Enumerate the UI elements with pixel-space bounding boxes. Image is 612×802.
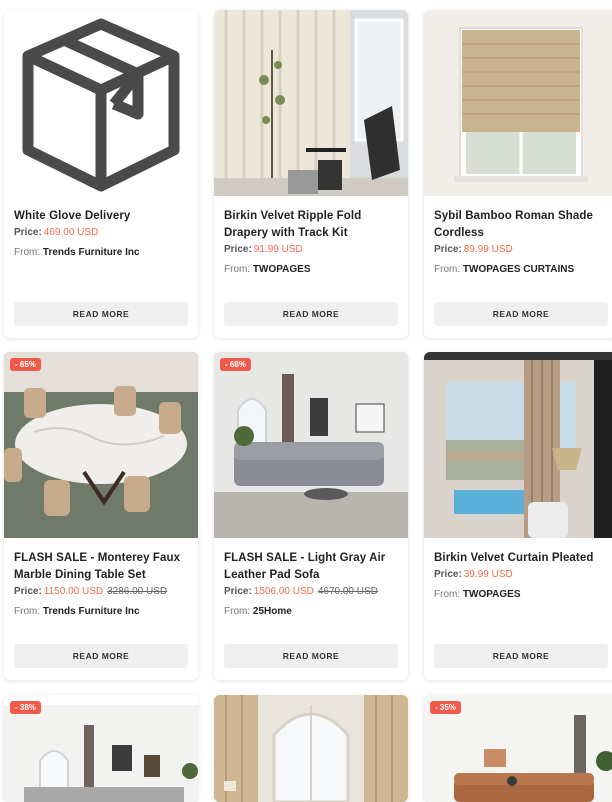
price-label: Price: <box>14 586 42 597</box>
vendor-name: Trends Furniture Inc <box>42 606 140 617</box>
product-title[interactable]: White Glove Delivery <box>14 208 188 225</box>
from-label: From: <box>14 247 41 258</box>
brown-sofa-photo[interactable]: - 35% <box>424 695 612 802</box>
product-card[interactable]: - 68% FLASH SALE - Light Gray Air Leathe… <box>214 352 408 680</box>
price-value: 89.99 USD <box>463 244 513 255</box>
product-card[interactable]: - 65% FLASH SALE - Monterey Faux Marble … <box>4 352 198 680</box>
discount-badge: - 65% <box>10 358 41 371</box>
price-row: Price: 91.99 USD <box>224 242 398 258</box>
vendor-row: From: TWOPAGES CURTAINS <box>434 262 608 278</box>
living-room-photo[interactable]: - 38% <box>4 695 198 802</box>
from-label: From: <box>434 264 461 275</box>
vendor-name: TWOPAGES <box>462 589 521 600</box>
from-label: From: <box>224 264 251 275</box>
discount-badge: - 68% <box>220 358 251 371</box>
price-value: 91.99 USD <box>253 244 303 255</box>
old-price: 3286.00 USD <box>107 586 168 597</box>
dining-table-photo[interactable]: - 65% <box>4 352 198 538</box>
roman-shade-photo[interactable] <box>424 10 612 196</box>
product-title[interactable]: FLASH SALE - Light Gray Air Leather Pad … <box>224 550 398 584</box>
arched-window-photo[interactable] <box>214 695 408 802</box>
read-more-button[interactable]: READ MORE <box>434 302 608 326</box>
from-label: From: <box>434 589 461 600</box>
product-card[interactable]: Birkin Velvet Ripple Fold Drapery with T… <box>214 10 408 338</box>
gray-sofa-photo[interactable]: - 68% <box>214 352 408 538</box>
product-card[interactable]: White Glove Delivery Price: 469.00 USD Fr… <box>4 10 198 338</box>
read-more-button[interactable]: READ MORE <box>434 644 608 668</box>
price-value: 1150.00 USD <box>43 586 104 597</box>
product-card[interactable] <box>214 695 408 802</box>
price-label: Price: <box>434 244 462 255</box>
vendor-row: From: Trends Furniture Inc <box>14 245 188 261</box>
product-title[interactable]: Sybil Bamboo Roman Shade Cordless <box>434 208 608 242</box>
price-label: Price: <box>224 244 252 255</box>
price-row: Price: 89.99 USD <box>434 242 608 258</box>
product-card[interactable]: Sybil Bamboo Roman Shade Cordless Price:… <box>424 10 612 338</box>
price-row: Price: 39.99 USD <box>434 567 608 583</box>
product-card[interactable]: Birkin Velvet Curtain Pleated Price: 39.9… <box>424 352 612 680</box>
product-card[interactable]: - 35% <box>424 695 612 802</box>
discount-badge: - 35% <box>430 701 461 714</box>
price-row: Price: 1150.00 USD 3286.00 USD <box>14 584 188 600</box>
product-grid: White Glove Delivery Price: 469.00 USD Fr… <box>0 0 612 802</box>
product-card[interactable]: - 38% <box>4 695 198 802</box>
vendor-name: TWOPAGES <box>252 264 311 275</box>
from-label: From: <box>14 606 41 617</box>
product-title[interactable]: Birkin Velvet Ripple Fold Drapery with T… <box>224 208 398 242</box>
price-label: Price: <box>434 569 462 580</box>
vendor-name: TWOPAGES CURTAINS <box>462 264 575 275</box>
discount-badge: - 38% <box>10 701 41 714</box>
product-title[interactable]: Birkin Velvet Curtain Pleated <box>434 550 608 567</box>
curtain-room-photo[interactable] <box>214 10 408 196</box>
price-value: 1506.00 USD <box>253 586 314 597</box>
price-label: Price: <box>14 227 42 238</box>
pleated-curtain-photo[interactable] <box>424 352 612 538</box>
vendor-name: 25Home <box>252 606 292 617</box>
read-more-button[interactable]: READ MORE <box>224 644 398 668</box>
old-price: 4670.00 USD <box>317 586 378 597</box>
price-value: 469.00 USD <box>43 227 99 238</box>
price-row: Price: 1506.00 USD 4670.00 USD <box>224 584 398 600</box>
vendor-row: From: TWOPAGES <box>224 262 398 278</box>
read-more-button[interactable]: READ MORE <box>224 302 398 326</box>
price-row: Price: 469.00 USD <box>14 225 188 241</box>
vendor-row: From: 25Home <box>224 604 398 620</box>
vendor-row: From: Trends Furniture Inc <box>14 604 188 620</box>
from-label: From: <box>224 606 251 617</box>
price-label: Price: <box>224 586 252 597</box>
read-more-button[interactable]: READ MORE <box>14 644 188 668</box>
vendor-name: Trends Furniture Inc <box>42 247 140 258</box>
product-title[interactable]: FLASH SALE - Monterey Faux Marble Dining… <box>14 550 188 584</box>
box-icon[interactable] <box>4 10 198 196</box>
price-value: 39.99 USD <box>463 569 513 580</box>
vendor-row: From: TWOPAGES <box>434 587 608 603</box>
read-more-button[interactable]: READ MORE <box>14 302 188 326</box>
